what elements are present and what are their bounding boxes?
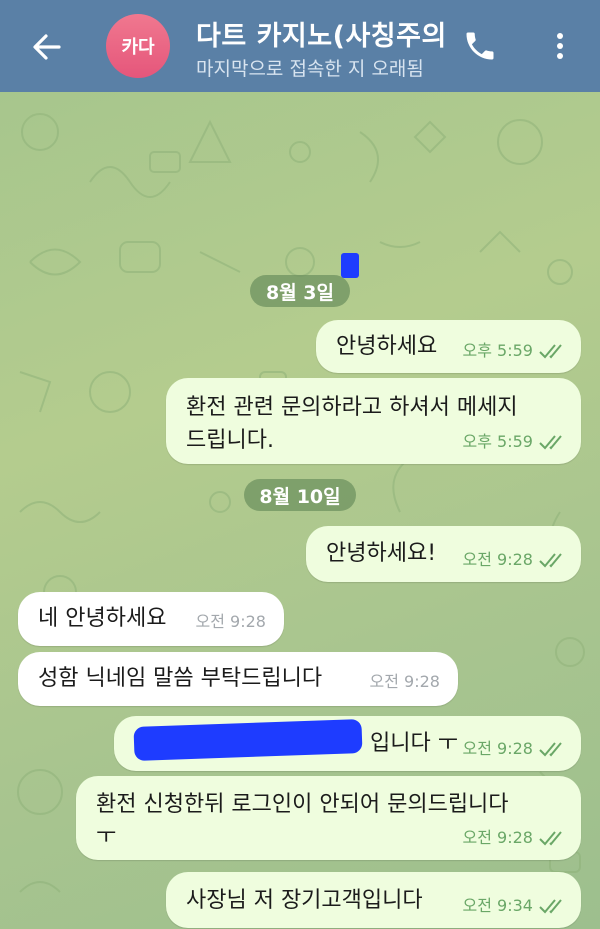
message-meta: 오후 5:59 [463,425,567,458]
message-bubble-outgoing[interactable]: 안녕하세요! 오전 9:28 [306,526,581,582]
message-text: 네 안녕하세요 [38,606,167,631]
message-time: 오후 5:59 [462,432,533,451]
message-time: 오전 9:28 [462,739,533,758]
message-time: 오후 5:59 [462,341,533,360]
date-label: 8월 3일 [265,281,334,304]
message-time: 오전 9:28 [369,672,440,691]
message-bubble-outgoing[interactable]: 안녕하세요 오후 5:59 [316,320,581,373]
chat-header: 카다 다트 카지노(사칭주의 마지막으로 접속한 지 오래됨 [0,0,600,92]
message-text: 안녕하세요! [326,541,437,566]
message-bubble-incoming[interactable]: 네 안녕하세요 오전 9:28 [18,592,284,646]
message-text: 성함 닉네임 말씀 부탁드립니다 [38,666,323,691]
chat-title[interactable]: 다트 카지노(사칭주의 [196,14,446,52]
message-meta: 오전 9:28 [463,543,567,576]
date-separator: 8월 10일 [244,479,356,511]
message-text: 안녕하세요 [336,334,438,359]
message-bubble-outgoing[interactable]: 환전 신청한뒤 로그인이 안되어 문의드립니다 ㅜ 오전 9:28 [76,776,581,860]
double-check-icon [539,830,562,845]
message-time: 오전 9:28 [462,828,533,847]
message-time: 오전 9:28 [462,550,533,569]
message-meta: 오전 9:28 [463,732,567,765]
message-text-line: 환전 신청한뒤 로그인이 안되어 문의드립니다 [96,792,509,817]
date-label: 8월 10일 [259,485,341,508]
message-text-line: 드립니다. [186,428,274,453]
message-bubble-outgoing[interactable]: 환전 관련 문의하라고 하셔서 메세지 드립니다. 오후 5:59 [166,378,581,464]
more-vert-icon[interactable] [545,28,575,64]
message-meta: 오후 5:59 [463,334,567,367]
redaction-mark [341,253,359,278]
double-check-icon [539,552,562,567]
phone-icon[interactable] [462,28,498,64]
double-check-icon [539,343,562,358]
message-meta: 오전 9:28 [370,665,440,698]
message-text: 사장님 저 장기고객입니다 [186,888,423,913]
message-text-line: ㅜ [96,824,117,849]
message-bubble-incoming[interactable]: 성함 닉네임 말씀 부탁드립니다 오전 9:28 [18,652,458,706]
message-text-line: 환전 관련 문의하라고 하셔서 메세지 [186,395,518,420]
message-text: 입니다 ㅜ [370,731,458,756]
message-time: 오전 9:34 [462,896,533,915]
avatar[interactable]: 카다 [106,14,170,78]
date-separator: 8월 3일 [250,275,350,307]
message-time: 오전 9:28 [195,612,266,631]
double-check-icon [539,898,562,913]
double-check-icon [539,741,562,756]
back-arrow-icon[interactable] [30,30,64,64]
message-meta: 오전 9:34 [463,889,567,922]
last-seen-status: 마지막으로 접속한 지 오래됨 [196,58,424,80]
message-meta: 오전 9:28 [196,605,266,638]
message-meta: 오전 9:28 [463,821,567,854]
message-bubble-outgoing[interactable]: 사장님 저 장기고객입니다 오전 9:34 [166,872,581,928]
double-check-icon [539,434,562,449]
